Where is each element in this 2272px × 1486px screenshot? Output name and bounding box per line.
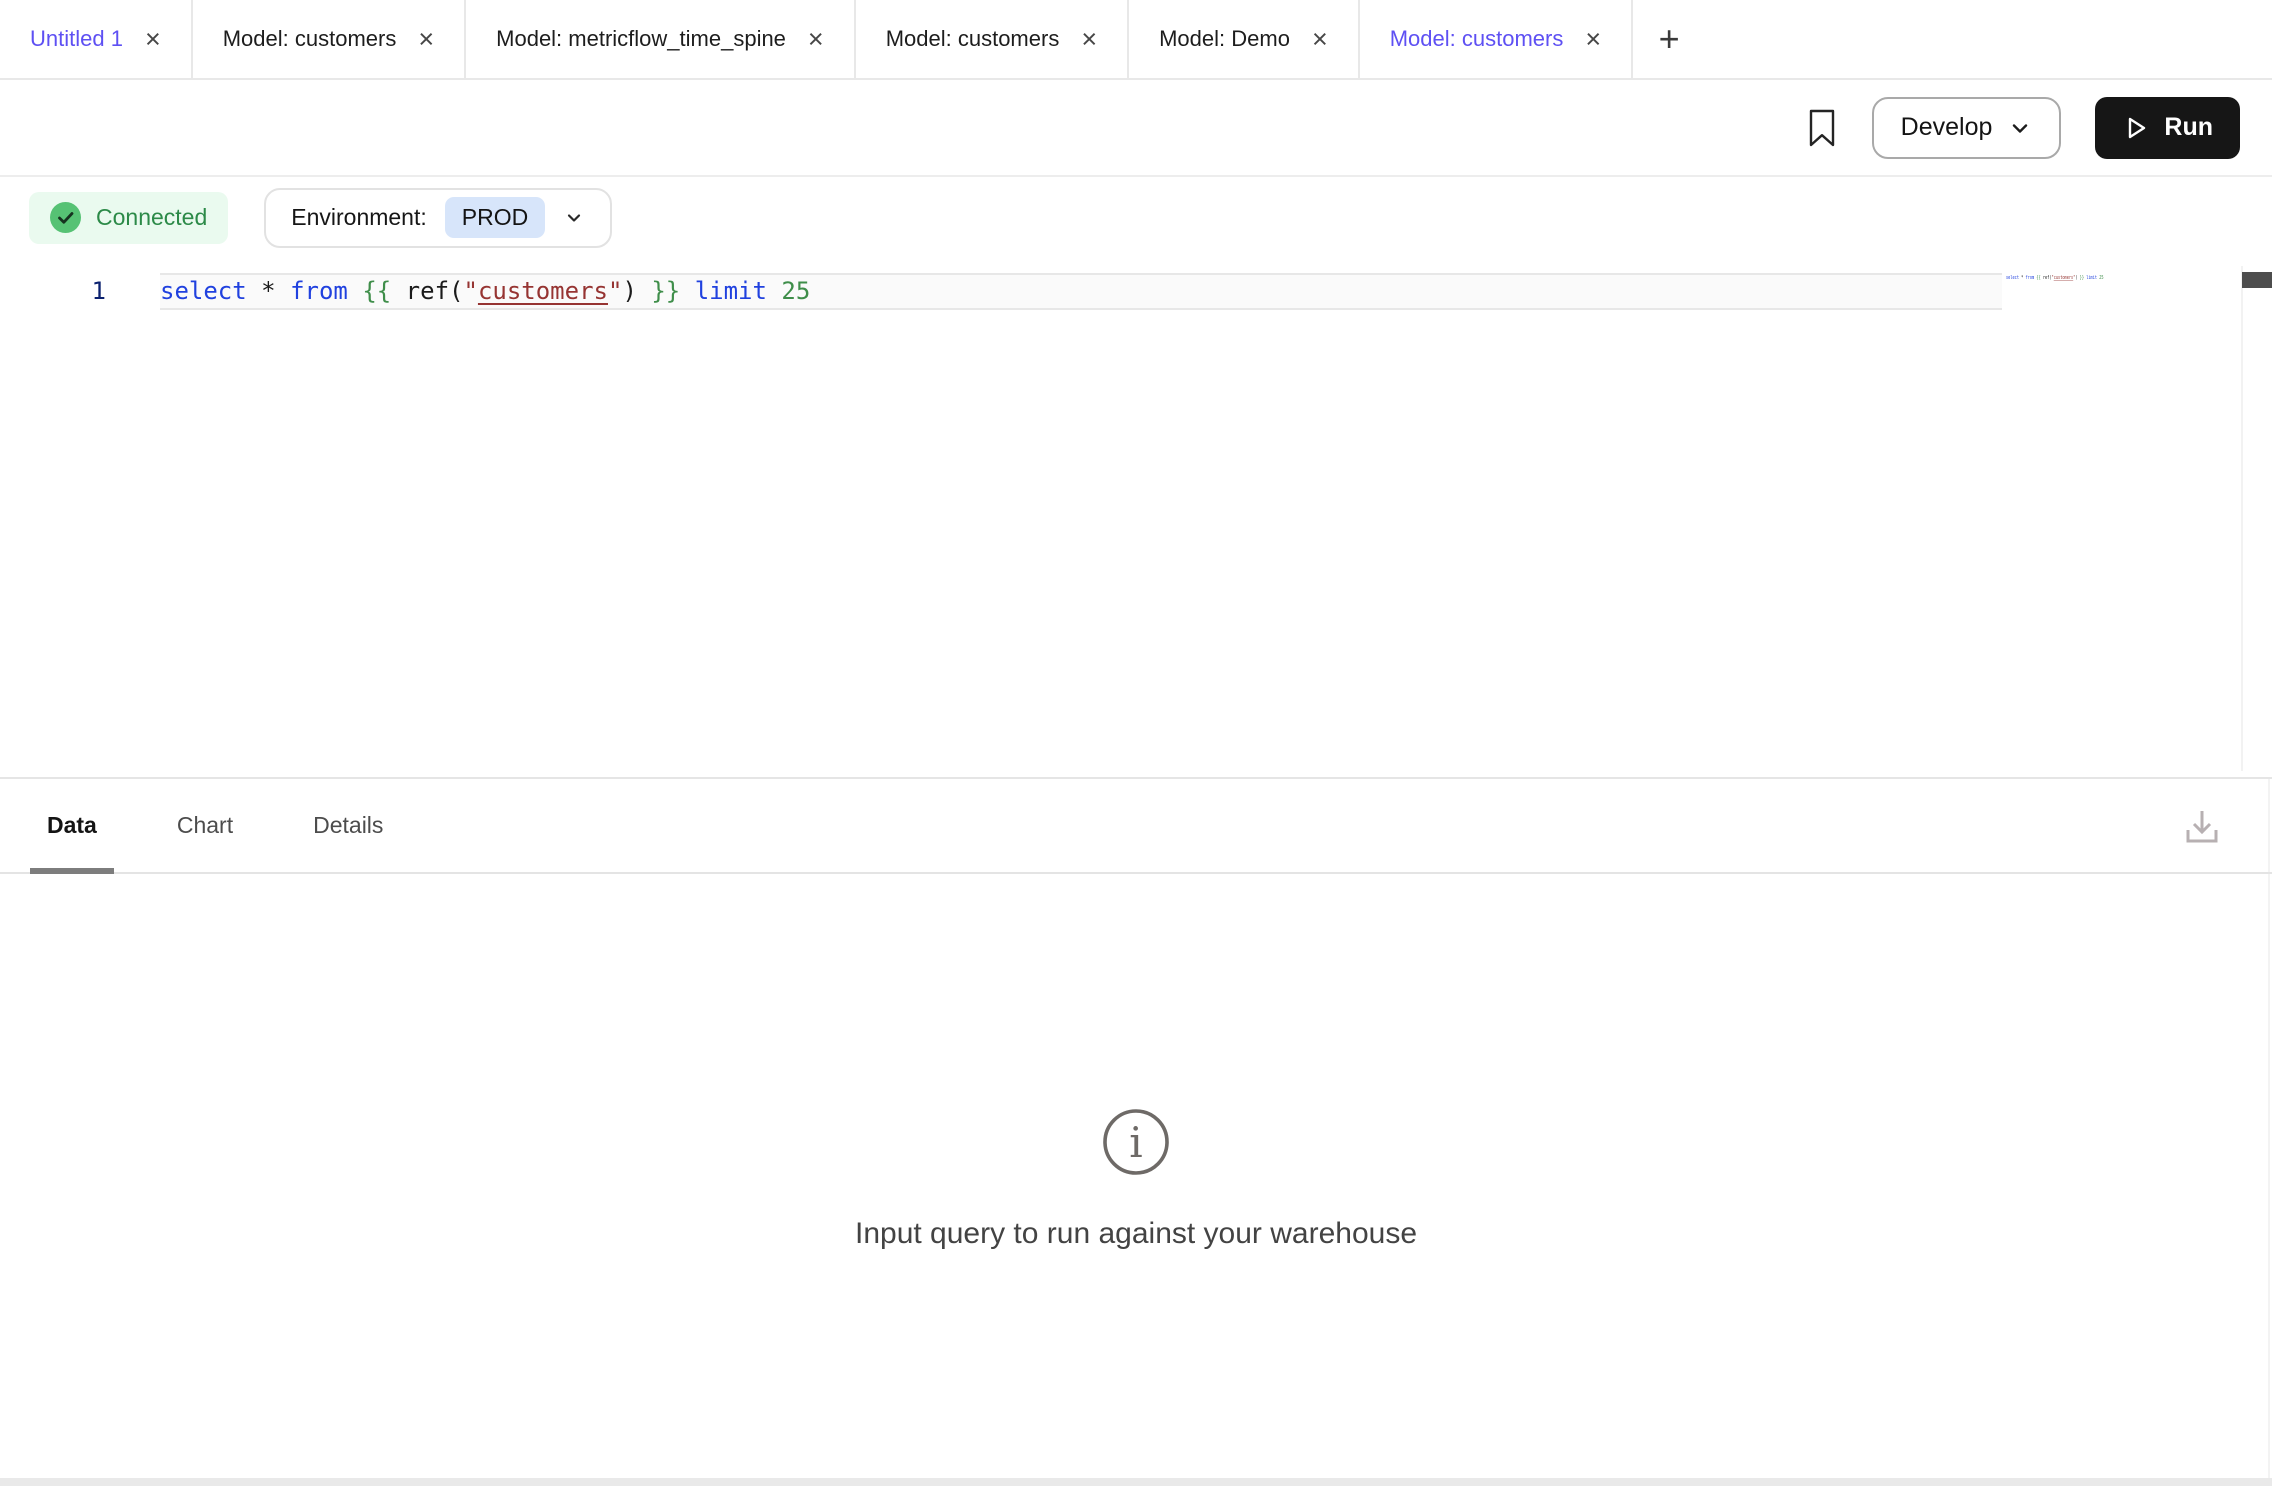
results-tab-details[interactable]: Details — [296, 779, 400, 872]
download-button[interactable] — [2179, 803, 2225, 849]
download-icon — [2179, 803, 2225, 849]
develop-button-label: Develop — [1901, 113, 1993, 142]
tab-close-icon[interactable]: × — [145, 26, 161, 53]
line-number: 1 — [0, 273, 106, 310]
results-tab-label: Details — [313, 812, 383, 839]
run-button-label: Run — [2164, 113, 2213, 142]
tab-label: Model: customers — [1390, 26, 1564, 52]
editor-tab[interactable]: Model: customers × — [193, 0, 466, 78]
editor-tab[interactable]: Untitled 1 × — [0, 0, 193, 78]
bookmark-icon[interactable] — [1806, 108, 1838, 148]
code-line[interactable]: select * from {{ ref("customers") }} lim… — [160, 273, 810, 310]
results-tab-label: Chart — [177, 812, 233, 839]
status-row: Connected Environment: PROD — [0, 177, 2272, 258]
editor-tab[interactable]: Model: customers × — [1360, 0, 1633, 78]
editor-minimap[interactable]: select * from {{ ref("customers") }} lim… — [2006, 274, 2104, 281]
results-tab-label: Data — [47, 812, 97, 839]
active-tab-indicator — [30, 868, 114, 874]
info-icon: i — [1101, 1107, 1171, 1177]
window-bottom-edge — [0, 1478, 2272, 1486]
tab-close-icon[interactable]: × — [1312, 26, 1328, 53]
environment-value-badge: PROD — [445, 197, 545, 238]
play-icon — [2122, 114, 2150, 142]
editor-tab-bar: Untitled 1×Model: customers×Model: metri… — [0, 0, 2272, 80]
toolbar: Develop Run — [0, 80, 2272, 177]
connection-status-label: Connected — [96, 204, 207, 231]
scrollbar-thumb[interactable] — [2242, 272, 2272, 288]
editor-tab[interactable]: Model: Demo × — [1129, 0, 1360, 78]
tab-close-icon[interactable]: × — [1585, 26, 1601, 53]
minimap-code-line: select * from {{ ref("customers") }} lim… — [2006, 274, 2104, 281]
tab-close-icon[interactable]: × — [1081, 26, 1097, 53]
results-empty-state: i Input query to run against your wareho… — [0, 874, 2272, 1478]
empty-state-message: Input query to run against your warehous… — [855, 1217, 1417, 1251]
results-tab-chart[interactable]: Chart — [160, 779, 250, 872]
tab-label: Untitled 1 — [30, 26, 123, 52]
chevron-down-icon — [2008, 116, 2032, 140]
environment-label: Environment: — [291, 204, 427, 231]
run-button[interactable]: Run — [2095, 97, 2240, 159]
editor-tab[interactable]: Model: metricflow_time_spine × — [466, 0, 856, 78]
tab-close-icon[interactable]: × — [418, 26, 434, 53]
environment-selector[interactable]: Environment: PROD — [264, 188, 612, 248]
tab-close-icon[interactable]: × — [808, 26, 824, 53]
results-panel: Data Chart Details i Input query to run ag… — [0, 777, 2272, 1478]
develop-button[interactable]: Develop — [1872, 97, 2062, 159]
tab-label: Model: customers — [886, 26, 1060, 52]
results-tab-strip: Data Chart Details — [30, 779, 400, 872]
check-circle-icon — [50, 202, 81, 233]
tab-strip: Untitled 1×Model: customers×Model: metri… — [0, 0, 1633, 78]
tab-label: Model: Demo — [1159, 26, 1290, 52]
results-tab-bar: Data Chart Details — [0, 779, 2272, 874]
results-tab-data[interactable]: Data — [30, 779, 114, 872]
editor-tab[interactable]: Model: customers × — [856, 0, 1129, 78]
new-tab-button[interactable]: + — [1633, 0, 1705, 78]
tab-label: Model: metricflow_time_spine — [496, 26, 786, 52]
chevron-down-icon — [563, 207, 585, 229]
scrollbar-track — [2241, 266, 2243, 771]
tab-label: Model: customers — [223, 26, 397, 52]
results-right-border — [2268, 779, 2270, 1478]
svg-text:i: i — [1129, 1118, 1142, 1167]
sql-editor[interactable]: 1 select * from {{ ref("customers") }} l… — [0, 258, 2272, 777]
connection-status-badge: Connected — [29, 192, 228, 244]
